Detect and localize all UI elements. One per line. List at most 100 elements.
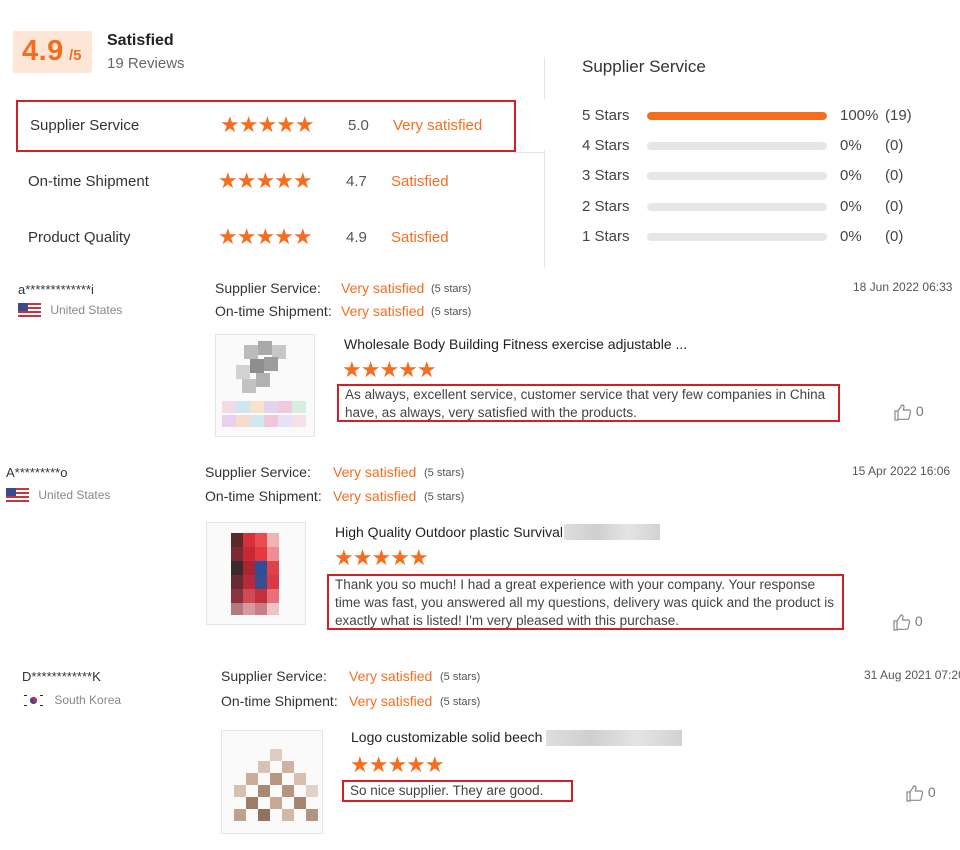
distribution-count: (0) <box>885 198 904 215</box>
like-count: 0 <box>915 403 924 419</box>
like-button[interactable]: 0 <box>906 784 936 802</box>
supplier-service-label: Supplier Service: <box>215 280 321 296</box>
kr-flag-icon <box>22 693 45 709</box>
divider <box>515 152 545 153</box>
shipment-label: On-time Shipment: <box>205 488 322 504</box>
shipment-value: Very satisfied <box>349 693 433 709</box>
reviewer-name: A*********o <box>6 465 68 480</box>
shipment-label: On-time Shipment: <box>215 303 332 319</box>
like-button[interactable]: 0 <box>893 613 923 631</box>
product-title[interactable]: Wholesale Body Building Fitness exercise… <box>344 336 687 352</box>
country-name: United States <box>38 488 111 502</box>
supplier-service-label: Supplier Service: <box>205 464 311 480</box>
supplier-service-stars: (5 stars) <box>431 283 472 295</box>
product-image <box>234 749 318 821</box>
star-level-label: 3 Stars <box>582 167 630 184</box>
distribution-title: Supplier Service <box>582 57 706 76</box>
review-comment: Thank you so much! I had a great experie… <box>327 574 844 630</box>
like-button[interactable]: 0 <box>894 403 924 421</box>
distribution-row: 2 Stars 0% (0) <box>582 198 942 218</box>
shipment-stars: (5 stars) <box>431 306 472 318</box>
distribution-percent: 0% <box>840 198 862 215</box>
supplier-service-label: Supplier Service: <box>221 668 327 684</box>
divider <box>544 150 545 268</box>
distribution-percent: 0% <box>840 228 862 245</box>
divider <box>544 57 545 99</box>
us-flag-icon <box>6 488 29 504</box>
metric-label: Supplier Service <box>30 117 140 134</box>
metric-stars: ★★★★★ <box>218 224 313 249</box>
distribution-count: (0) <box>885 137 904 154</box>
overall-rating-label: Satisfied <box>107 32 174 49</box>
shipment-stars: (5 stars) <box>440 696 481 708</box>
distribution-bar <box>647 142 827 150</box>
shipment-label: On-time Shipment: <box>221 693 338 709</box>
distribution-bar-fill <box>647 112 827 120</box>
review-date: 15 Apr 2022 16:06 <box>852 464 951 478</box>
metric-satisfaction: Satisfied <box>391 229 449 246</box>
country-name: United States <box>50 303 123 317</box>
product-thumbnail[interactable] <box>206 522 306 625</box>
supplier-service-value: Very satisfied <box>333 464 417 480</box>
review-count[interactable]: 19 Reviews <box>107 55 185 72</box>
overall-score-max: /5 <box>69 47 82 64</box>
reviewer-country: South Korea <box>22 693 122 709</box>
review-stars: ★★★★★ <box>334 545 429 570</box>
redacted-text <box>546 730 682 746</box>
metric-supplier-service: Supplier Service ★★★★★ 5.0 Very satisfie… <box>16 100 516 152</box>
metric-on-time-shipment: On-time Shipment ★★★★★ 4.7 Satisfied <box>16 158 516 208</box>
metric-product-quality: Product Quality ★★★★★ 4.9 Satisfied <box>16 214 516 264</box>
distribution-bar <box>647 172 827 180</box>
review-date: 18 Jun 2022 06:33 <box>853 280 953 294</box>
product-title[interactable]: Logo customizable solid beech <box>351 729 542 745</box>
metric-label: Product Quality <box>28 229 131 246</box>
like-count: 0 <box>927 784 936 800</box>
metric-satisfaction: Very satisfied <box>393 117 483 134</box>
supplier-service-value: Very satisfied <box>341 280 425 296</box>
distribution-bar <box>647 112 827 120</box>
distribution-row: 3 Stars 0% (0) <box>582 167 942 187</box>
shipment-value: Very satisfied <box>341 303 425 319</box>
distribution-count: (0) <box>885 228 904 245</box>
supplier-service-value: Very satisfied <box>349 668 433 684</box>
shipment-value: Very satisfied <box>333 488 417 504</box>
product-thumbnail[interactable] <box>215 334 315 437</box>
review-stars: ★★★★★ <box>350 752 445 777</box>
reviewer-name: a*************i <box>18 282 94 297</box>
thumbs-up-icon <box>906 785 924 802</box>
country-name: South Korea <box>54 693 122 707</box>
distribution-bar <box>647 233 827 241</box>
reviewer-country: United States <box>6 488 111 504</box>
star-level-label: 5 Stars <box>582 107 630 124</box>
supplier-service-stars: (5 stars) <box>424 467 465 479</box>
like-count: 0 <box>914 613 923 629</box>
star-level-label: 2 Stars <box>582 198 630 215</box>
thumbs-up-icon <box>894 404 912 421</box>
distribution-bar <box>647 203 827 211</box>
thumbs-up-icon <box>893 614 911 631</box>
distribution-percent: 0% <box>840 137 862 154</box>
review-date: 31 Aug 2021 07:20 <box>864 668 960 682</box>
metric-stars: ★★★★★ <box>220 112 315 137</box>
metric-value: 4.7 <box>346 173 367 190</box>
redacted-text <box>564 524 660 540</box>
review-stars: ★★★★★ <box>342 357 437 382</box>
distribution-percent: 100% <box>840 107 879 124</box>
metric-stars: ★★★★★ <box>218 168 313 193</box>
reviewer-name: D************K <box>22 669 101 684</box>
metric-value: 4.9 <box>346 229 367 246</box>
supplier-service-stars: (5 stars) <box>440 671 481 683</box>
us-flag-icon <box>18 303 41 319</box>
distribution-percent: 0% <box>840 167 862 184</box>
metric-label: On-time Shipment <box>28 173 149 190</box>
product-title[interactable]: High Quality Outdoor plastic Survival <box>335 524 563 540</box>
product-thumbnail[interactable] <box>221 730 323 834</box>
overall-score-badge: 4.9 /5 <box>13 31 92 73</box>
metric-satisfaction: Satisfied <box>391 173 449 190</box>
distribution-count: (0) <box>885 167 904 184</box>
distribution-row: 5 Stars 100% (19) <box>582 107 942 127</box>
review-comment: So nice supplier. They are good. <box>342 780 573 802</box>
review-comment: As always, excellent service, customer s… <box>337 384 840 422</box>
distribution-row: 1 Stars 0% (0) <box>582 228 942 248</box>
product-image <box>222 341 306 427</box>
